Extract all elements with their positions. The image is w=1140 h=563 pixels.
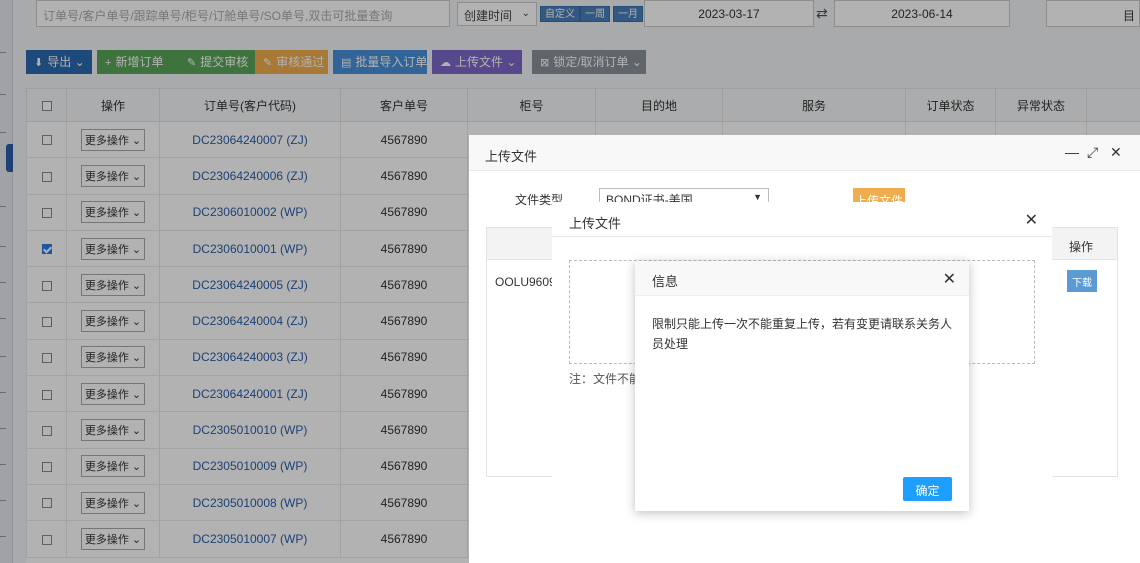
confirm-button[interactable]: 确定 (903, 477, 952, 501)
dialog-title: 上传文件 (485, 149, 538, 164)
minimize-icon[interactable]: — (1065, 144, 1079, 160)
close-icon[interactable]: ✕ (943, 269, 956, 289)
dialog-title: 上传文件 (569, 216, 622, 231)
upload-note: 注：文件不能 (569, 372, 642, 386)
dialog-header: 上传文件 ✕ (552, 202, 1052, 237)
caret-down-icon: ▼ (753, 192, 762, 202)
dialog-header: 信息 ✕ (635, 261, 969, 296)
close-icon[interactable]: ✕ (1025, 210, 1038, 230)
dialog-title: 信息 (652, 274, 679, 289)
info-dialog: 信息 ✕ 限制只能上传一次不能重复上传，若有变更请联系关务人员处理 确定 (635, 261, 969, 511)
maximize-icon[interactable]: ⤢ (1087, 144, 1098, 161)
info-message: 限制只能上传一次不能重复上传，若有变更请联系关务人员处理 (652, 317, 953, 351)
dialog-header: 上传文件 — ⤢ ✕ (469, 135, 1140, 171)
close-icon[interactable]: ✕ (1110, 144, 1122, 161)
download-button[interactable]: 下载 (1067, 270, 1097, 292)
op-column-header: 操作 (1068, 240, 1093, 254)
